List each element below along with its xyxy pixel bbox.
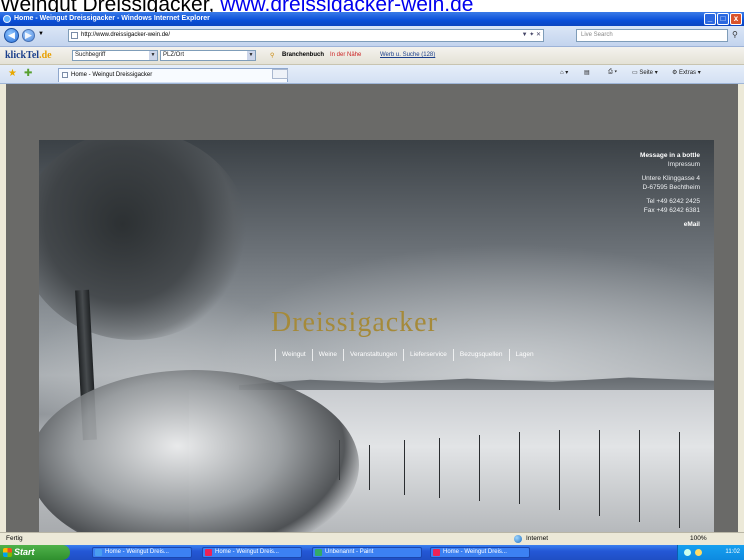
klicktel-location-field[interactable]: PLZ/Ort ▼ — [160, 50, 256, 61]
vine-post — [599, 430, 600, 516]
menu-item-weingut[interactable]: Weingut — [275, 349, 312, 361]
new-tab-button[interactable] — [272, 69, 288, 79]
address-controls[interactable]: ▼ ✦ ✕ — [522, 30, 541, 41]
tray-icon[interactable] — [695, 549, 702, 556]
tray-icon[interactable] — [684, 549, 691, 556]
system-tray: 11:02 — [677, 545, 744, 560]
werbung-link[interactable]: Werb u. Suche (128) — [380, 52, 435, 58]
close-button[interactable]: x — [730, 13, 742, 25]
tab-label: Home - Weingut Dreissigacker — [71, 72, 153, 78]
back-button[interactable]: ◀ — [4, 28, 19, 43]
klicktel-logo[interactable]: klickTel.de — [5, 50, 52, 61]
page-icon — [62, 72, 68, 78]
menu-item-lieferservice[interactable]: Lieferservice — [403, 349, 453, 361]
maximize-button[interactable]: □ — [717, 13, 729, 25]
ie-icon — [3, 15, 11, 23]
search-icon[interactable]: ⚲ — [732, 30, 738, 39]
klicktel-toolbar: klickTel.de Suchbegriff ▼ PLZ/Ort ▼ ⚲ Bran… — [0, 47, 744, 65]
browser-window: Home - Weingut Dreissigacker - Windows I… — [0, 12, 744, 560]
page-icon — [71, 32, 78, 39]
address-line: Untere Klinggasse 4 — [641, 175, 700, 182]
status-text: Fertig — [6, 535, 23, 542]
status-bar: Fertig Internet 100% — [0, 532, 744, 546]
vine-post — [519, 432, 520, 504]
vine-post — [479, 435, 480, 501]
tools-menu[interactable]: ⚙ Extras ▾ — [672, 69, 701, 76]
menu-item-lagen[interactable]: Lagen — [508, 349, 540, 361]
print-icon[interactable]: ⎙ ▾ — [608, 69, 617, 76]
security-zone[interactable]: Internet — [526, 533, 548, 545]
address-field[interactable]: http://www.dreissigacker-wein.de/ ▼ ✦ ✕ — [68, 29, 544, 42]
page-viewport: Dreissigacker Weingut Weine Veranstaltun… — [6, 84, 738, 532]
vine-post — [559, 430, 560, 510]
taskbar-item[interactable]: Unbenannt - Paint — [312, 547, 422, 558]
zoom-level[interactable]: 100% — [690, 533, 707, 545]
naehe-link[interactable]: In der Nähe — [330, 52, 361, 58]
title-bar: Home - Weingut Dreissigacker - Windows I… — [0, 12, 744, 26]
address-url: http://www.dreissigacker-wein.de/ — [81, 32, 171, 38]
contact-info: Message in a bottle Impressum Untere Kli… — [640, 152, 700, 230]
window-controls: _ □ x — [704, 13, 742, 25]
klicktel-search-field[interactable]: Suchbegriff ▼ — [72, 50, 158, 61]
windows-logo-icon — [3, 548, 12, 557]
menu-item-veranstaltungen[interactable]: Veranstaltungen — [343, 349, 403, 361]
branchenbuch-button[interactable]: Branchenbuch — [282, 52, 324, 58]
fax-text: Fax +49 6242 6381 — [643, 206, 700, 214]
forward-button[interactable]: ▶ — [22, 29, 35, 42]
start-button[interactable]: Start — [0, 545, 70, 560]
search-input[interactable]: Live Search — [576, 29, 728, 42]
page-menu[interactable]: ▭ Seite ▾ — [632, 69, 658, 76]
address-line: D-67595 Bechtheim — [642, 183, 700, 191]
vine-post — [679, 432, 680, 528]
clock: 11:02 — [725, 549, 740, 555]
taskbar-item[interactable]: Home - Weingut Dreis... — [92, 547, 192, 558]
vine-post — [639, 430, 640, 522]
email-link[interactable]: eMail — [640, 221, 700, 230]
taskbar-item[interactable]: Home - Weingut Dreis... — [430, 547, 530, 558]
search-go-icon[interactable]: ⚲ — [270, 52, 274, 59]
menu-item-weine[interactable]: Weine — [311, 349, 343, 361]
impressum-link[interactable]: Impressum — [640, 161, 700, 170]
minimize-button[interactable]: _ — [704, 13, 716, 25]
hero-photo: Dreissigacker Weingut Weine Veranstaltun… — [39, 140, 714, 532]
vine-post — [404, 440, 405, 495]
chevron-down-icon[interactable]: ▼ — [149, 51, 157, 60]
internet-zone-icon — [514, 535, 522, 543]
tab-home[interactable]: Home - Weingut Dreissigacker — [58, 68, 288, 82]
phone-text: Tel +49 6242 2425 — [646, 198, 700, 205]
vine-post — [439, 438, 440, 498]
chevron-down-icon[interactable]: ▼ — [247, 51, 255, 60]
site-menu: Weingut Weine Veranstaltungen Lieferserv… — [275, 349, 540, 361]
window-title: Home - Weingut Dreissigacker - Windows I… — [14, 15, 210, 22]
taskbar-item[interactable]: Home - Weingut Dreis... — [202, 547, 302, 558]
address-toolbar: ◀ ▶ ▼ http://www.dreissigacker-wein.de/ … — [0, 26, 744, 47]
favorites-bar: ★ ✚ Home - Weingut Dreissigacker ⌂ ▾ ▤ ⎙… — [0, 65, 744, 84]
history-dropdown-icon[interactable]: ▼ — [38, 31, 44, 37]
message-link[interactable]: Message in a bottle — [640, 152, 700, 161]
vine-post — [369, 445, 370, 490]
add-favorite-icon[interactable]: ✚ — [24, 68, 32, 79]
favorites-star-icon[interactable]: ★ — [8, 68, 17, 79]
site-logo[interactable]: Dreissigacker — [271, 308, 438, 338]
home-icon[interactable]: ⌂ ▾ — [560, 69, 568, 76]
taskbar: Start Home - Weingut Dreis... Home - Wei… — [0, 545, 744, 560]
feeds-icon[interactable]: ▤ — [584, 69, 590, 76]
menu-item-bezugsquellen[interactable]: Bezugsquellen — [452, 349, 509, 361]
